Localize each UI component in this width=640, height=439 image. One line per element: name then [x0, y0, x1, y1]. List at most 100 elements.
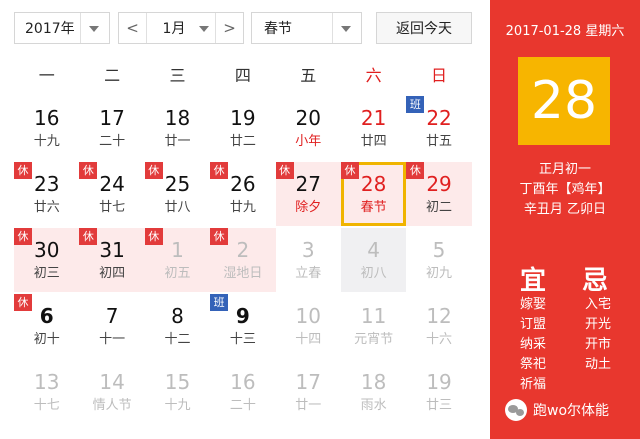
- calendar-day[interactable]: 13 十七: [14, 360, 79, 424]
- next-month-button[interactable]: >: [215, 13, 243, 43]
- calendar-day[interactable]: 休 30 初三: [14, 228, 80, 292]
- calendar-day[interactable]: 休 29 初二: [406, 162, 472, 226]
- calendar-day[interactable]: 17 二十: [79, 96, 144, 160]
- calendar-day-selected[interactable]: 休 28 春节: [340, 162, 407, 226]
- calendar-day[interactable]: 16 十九: [14, 96, 79, 160]
- lunar-label: 初三: [33, 266, 60, 281]
- calendar-day[interactable]: 14 情人节: [79, 360, 144, 424]
- calendar-day[interactable]: 休 23 廿六: [14, 162, 79, 226]
- day-number: 5: [432, 238, 446, 262]
- day-number: 30: [33, 238, 60, 262]
- day-number: 9: [235, 304, 250, 328]
- avoid-title: 忌: [582, 266, 609, 296]
- calendar-week-row: 休 30 初三休 31 初四休 1 初五休 2 湿地日 3 立春 4 初八 5 初九: [14, 228, 472, 294]
- calendar-day[interactable]: 16 二十: [210, 360, 275, 424]
- day-number: 4: [367, 238, 381, 262]
- avoid-item: 开光: [584, 317, 611, 332]
- calendar-day[interactable]: 18 廿一: [145, 96, 210, 160]
- calendar-day[interactable]: 3 立春: [276, 228, 341, 292]
- lunar-year: 丁酉年【鸡年】: [519, 182, 611, 197]
- day-number: 19: [426, 370, 452, 394]
- calendar-day[interactable]: 休 27 除夕: [275, 162, 341, 226]
- selected-date-line: 2017-01-28 星期六: [505, 24, 625, 39]
- lunar-label: 十一: [99, 332, 126, 347]
- lunar-label: 情人节: [92, 398, 132, 413]
- year-select[interactable]: 2017年: [14, 12, 110, 44]
- lunar-label: 廿四: [360, 134, 387, 149]
- calendar-day[interactable]: 15 十九: [145, 360, 210, 424]
- calendar-day[interactable]: 班 22 廿五: [406, 96, 471, 160]
- weekday-header: 一 二 三 四 五 六 日: [14, 58, 472, 94]
- holiday-select[interactable]: 春节: [251, 12, 362, 44]
- calendar-day[interactable]: 8 十二: [145, 294, 210, 358]
- calendar-day[interactable]: 19 廿三: [406, 360, 471, 424]
- calendar-day[interactable]: 11 元宵节: [341, 294, 406, 358]
- calendar-day[interactable]: 19 廿二: [210, 96, 275, 160]
- month-select[interactable]: 1月: [147, 13, 215, 43]
- calendar-day[interactable]: 5 初九: [406, 228, 471, 292]
- day-number: 18: [164, 106, 191, 130]
- day-number: 26: [230, 172, 256, 196]
- calendar-day[interactable]: 4 初八: [340, 228, 407, 292]
- calendar-day[interactable]: 7 十一: [79, 294, 144, 358]
- day-number: 16: [230, 370, 256, 394]
- calendar-day[interactable]: 休 25 廿八: [144, 162, 210, 226]
- weekday-label: 四: [234, 66, 251, 85]
- day-number: 12: [426, 304, 452, 328]
- calendar-day[interactable]: 休 31 初四: [79, 228, 145, 292]
- back-to-today-button[interactable]: 返回今天: [376, 12, 472, 44]
- calendar-day[interactable]: 休 2 湿地日: [210, 228, 276, 292]
- chevron-down-icon: [199, 26, 209, 32]
- year-select-value: 2017年: [25, 21, 75, 37]
- lunar-label: 春节: [360, 200, 387, 215]
- lunar-month-day: 辛丑月 乙卯日: [523, 202, 607, 217]
- lunar-label: 廿二: [229, 134, 256, 149]
- day-number: 2: [236, 238, 250, 262]
- lunar-label: 廿一: [164, 134, 191, 149]
- chevron-down-icon: [89, 26, 99, 32]
- lunar-label: 廿七: [99, 200, 126, 215]
- suitable-title: 宜: [520, 266, 547, 296]
- calendar-day[interactable]: 12 十六: [406, 294, 471, 358]
- day-number: 6: [39, 304, 54, 328]
- day-number: 3: [301, 238, 315, 262]
- day-number: 15: [164, 370, 191, 394]
- calendar-day[interactable]: 休 26 廿九: [210, 162, 275, 226]
- watermark-text: 跑wo尔体能: [533, 403, 610, 419]
- day-number: 29: [426, 172, 452, 196]
- lunar-label: 初八: [360, 266, 387, 281]
- calendar-day[interactable]: 21 廿四: [341, 96, 406, 160]
- calendar-day[interactable]: 20 小年: [276, 96, 341, 160]
- calendar-day[interactable]: 17 廿一: [276, 360, 341, 424]
- calendar-week-row: 休 23 廿六休 24 廿七休 25 廿八休 26 廿九休 27 除夕休 28 春节休 29 初二: [14, 162, 472, 228]
- day-number: 18: [360, 370, 387, 394]
- lunar-label: 十三: [229, 332, 256, 347]
- weekday-label: 二: [104, 66, 121, 85]
- weekday-label: 六: [365, 66, 382, 85]
- suitable-item: 订盟: [519, 317, 546, 332]
- day-number: 22: [426, 106, 452, 130]
- calendar-day[interactable]: 班 9 十三: [210, 294, 275, 358]
- day-number: 17: [295, 370, 321, 394]
- lunar-label: 廿五: [426, 134, 453, 149]
- day-number: 7: [105, 304, 119, 328]
- calendar-day[interactable]: 10 十四: [276, 294, 341, 358]
- calendar-grid: 16 十九 17 二十 18 廿一 19 廿二 20 小年 21 廿四班 22 廿五休 23 廿六休 24 廿七休…: [14, 96, 472, 426]
- prev-month-button[interactable]: <: [119, 13, 147, 43]
- day-number: 20: [295, 106, 321, 130]
- lunar-label: 二十: [229, 398, 256, 413]
- lunar-label: 初九: [426, 266, 453, 281]
- day-number: 1: [171, 238, 184, 262]
- lunar-label: 十七: [33, 398, 60, 413]
- holiday-select-value: 春节: [264, 21, 292, 37]
- calendar-day[interactable]: 休 6 初十: [14, 294, 79, 358]
- day-number: 17: [99, 106, 125, 130]
- month-picker: < 1月 >: [118, 12, 244, 44]
- calendar-day[interactable]: 18 雨水: [341, 360, 406, 424]
- watermark: 跑wo尔体能: [505, 398, 609, 422]
- calendar-day[interactable]: 休 24 廿七: [79, 162, 144, 226]
- calendar-day[interactable]: 休 1 初五: [144, 228, 211, 292]
- calendar-toolbar: 2017年 < 1月 > 春节 返回今天: [0, 0, 490, 50]
- suitable-item: 祈福: [519, 377, 546, 392]
- suitable-list: 嫁娶 订盟 纳采 祭祀 祈福: [512, 295, 554, 395]
